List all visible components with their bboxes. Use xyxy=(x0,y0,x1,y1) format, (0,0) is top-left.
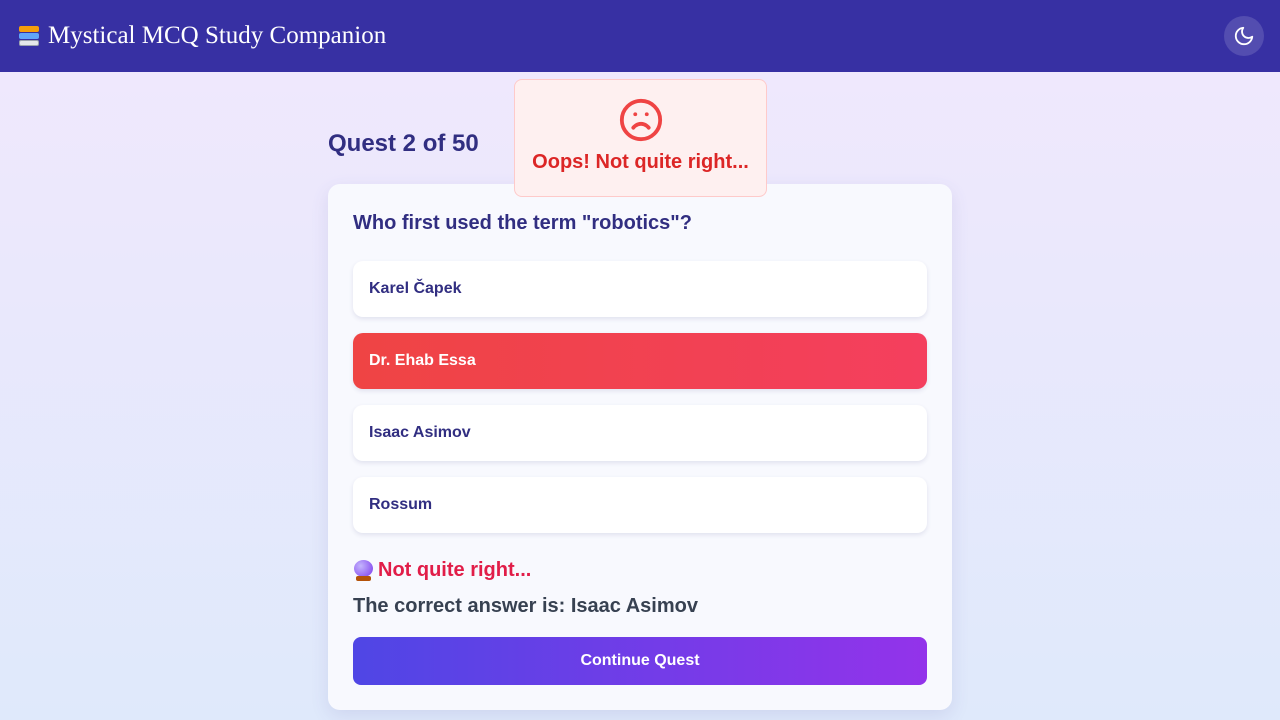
option-label: Dr. Ehab Essa xyxy=(369,352,476,369)
theme-toggle-button[interactable] xyxy=(1224,16,1264,56)
option-label: Karel Čapek xyxy=(369,280,462,297)
option-label: Isaac Asimov xyxy=(369,424,471,441)
top-bar: Mystical MCQ Study Companion xyxy=(0,0,1280,72)
option-label: Rossum xyxy=(369,496,433,513)
moon-icon xyxy=(1234,26,1254,46)
option-2-selected-wrong[interactable]: Dr. Ehab Essa xyxy=(353,333,927,389)
question-text: Who first used the term "robotics"? xyxy=(353,212,692,234)
feedback-status: Not quite right... xyxy=(353,559,531,582)
option-3[interactable]: Isaac Asimov xyxy=(353,405,927,461)
option-4[interactable]: Rossum xyxy=(353,477,927,533)
toast-message: Oops! Not quite right... xyxy=(532,151,749,173)
correct-answer-text: The correct answer is: Isaac Asimov xyxy=(353,595,698,617)
question-card: Who first used the term "robotics"? Kare… xyxy=(328,184,952,710)
crystal-ball-icon xyxy=(353,559,374,582)
feedback-status-text: Not quite right... xyxy=(378,559,532,581)
sad-face-icon xyxy=(619,98,662,142)
quest-progress-label: Quest 2 of 50 xyxy=(328,130,479,157)
app-title: Mystical MCQ Study Companion xyxy=(48,22,387,49)
option-1[interactable]: Karel Čapek xyxy=(353,261,927,317)
feedback-toast: Oops! Not quite right... xyxy=(514,79,767,197)
continue-quest-button[interactable]: Continue Quest xyxy=(353,637,927,685)
brand: Mystical MCQ Study Companion xyxy=(16,22,386,50)
books-icon xyxy=(16,23,42,49)
